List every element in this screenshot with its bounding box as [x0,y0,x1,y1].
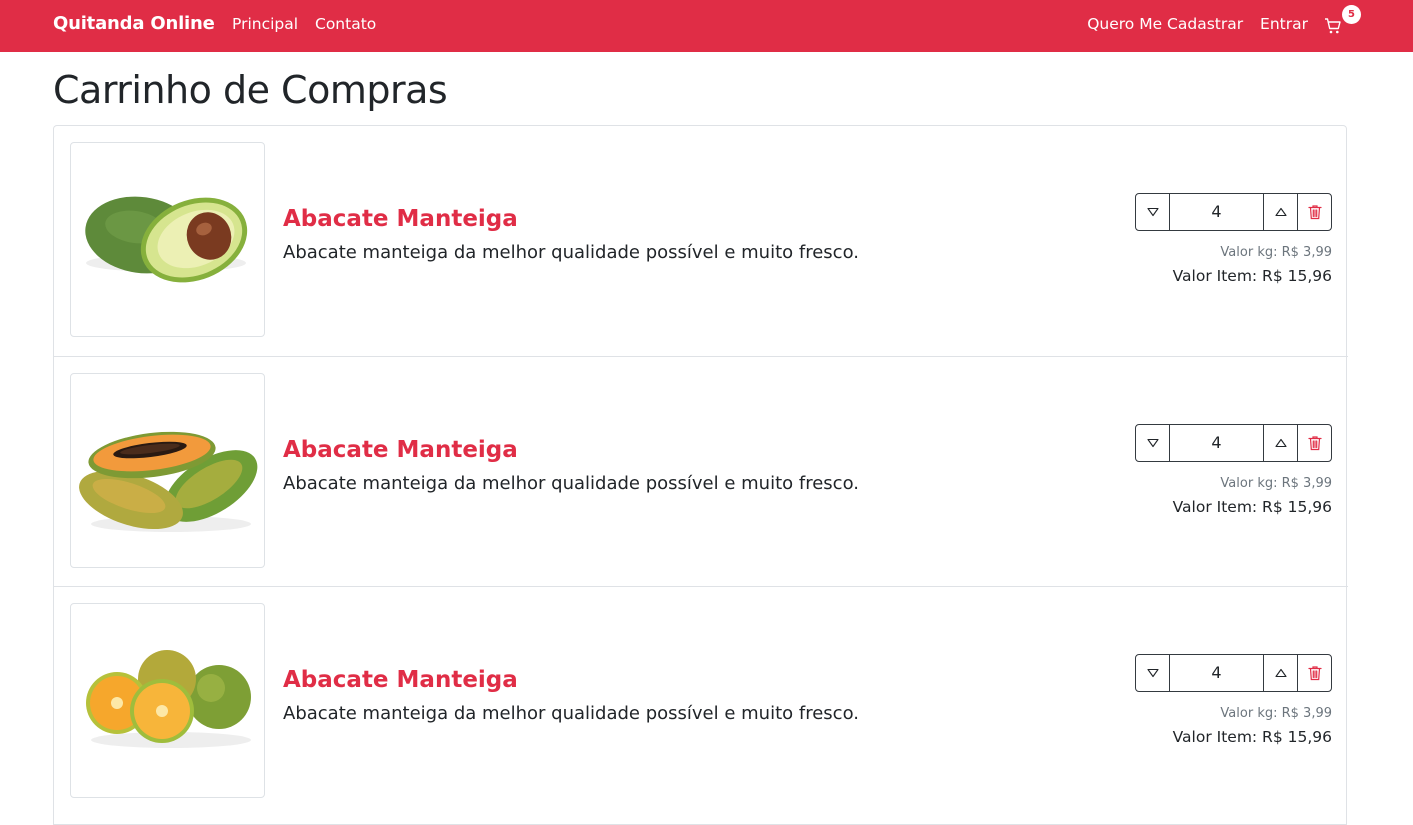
navbar: Quitanda Online Principal Contato Quero … [0,0,1413,52]
cart-item: Abacate Manteiga Abacate manteiga da mel… [54,586,1348,817]
nav-link-principal[interactable]: Principal [232,15,298,33]
quantity-input[interactable]: 4 [1170,194,1263,230]
remove-item-button[interactable] [1298,194,1331,230]
product-image-papaya [70,373,265,568]
product-description: Abacate manteiga da melhor qualidade pos… [283,473,859,494]
product-description: Abacate manteiga da melhor qualidade pos… [283,703,859,724]
login-link[interactable]: Entrar [1260,15,1308,33]
price-per-kg: Valor kg: R$ 3,99 [1220,245,1332,260]
register-link[interactable]: Quero Me Cadastrar [1087,15,1243,33]
remove-item-button[interactable] [1298,655,1331,691]
triangle-down-icon [1146,438,1159,448]
product-name[interactable]: Abacate Manteiga [283,667,518,693]
nav-account-links: Quero Me Cadastrar Entrar [1075,15,1308,33]
triangle-up-icon [1274,438,1287,448]
item-total: Valor Item: R$ 15,96 [1172,728,1332,746]
decrease-quantity-button[interactable] [1136,425,1170,461]
price-per-kg: Valor kg: R$ 3,99 [1220,476,1332,491]
triangle-up-icon [1274,668,1287,678]
price-per-kg: Valor kg: R$ 3,99 [1220,706,1332,721]
nav-link-contato[interactable]: Contato [315,15,376,33]
product-image-avocado [70,142,265,337]
triangle-down-icon [1146,668,1159,678]
nav-links: Principal Contato [232,15,388,33]
quantity-stepper: 4 [1135,654,1332,692]
quantity-stepper: 4 [1135,193,1332,231]
avocado-icon [85,196,248,283]
papaya-icon [79,431,258,532]
triangle-up-icon [1274,207,1287,217]
quantity-input[interactable]: 4 [1170,425,1263,461]
product-image-orange [70,603,265,798]
trash-icon [1307,436,1322,451]
product-description: Abacate manteiga da melhor qualidade pos… [283,242,859,263]
triangle-down-icon [1146,207,1159,217]
quantity-stepper: 4 [1135,424,1332,462]
cart-item: Abacate Manteiga Abacate manteiga da mel… [54,126,1348,356]
item-total: Valor Item: R$ 15,96 [1172,267,1332,285]
trash-icon [1307,205,1322,220]
increase-quantity-button[interactable] [1263,655,1298,691]
cart-items-list: Abacate Manteiga Abacate manteiga da mel… [53,125,1348,825]
product-name[interactable]: Abacate Manteiga [283,437,518,463]
item-total: Valor Item: R$ 15,96 [1172,498,1332,516]
quantity-input[interactable]: 4 [1170,655,1263,691]
product-name[interactable]: Abacate Manteiga [283,206,518,232]
decrease-quantity-button[interactable] [1136,655,1170,691]
decrease-quantity-button[interactable] [1136,194,1170,230]
page-title: Carrinho de Compras [53,68,448,112]
cart-item: Abacate Manteiga Abacate manteiga da mel… [54,356,1348,587]
trash-icon [1307,666,1322,681]
cart-count-badge: 5 [1342,5,1361,24]
increase-quantity-button[interactable] [1263,425,1298,461]
brand-link[interactable]: Quitanda Online [53,13,215,34]
remove-item-button[interactable] [1298,425,1331,461]
increase-quantity-button[interactable] [1263,194,1298,230]
cart-icon[interactable] [1324,17,1342,35]
orange-icon [86,650,251,748]
